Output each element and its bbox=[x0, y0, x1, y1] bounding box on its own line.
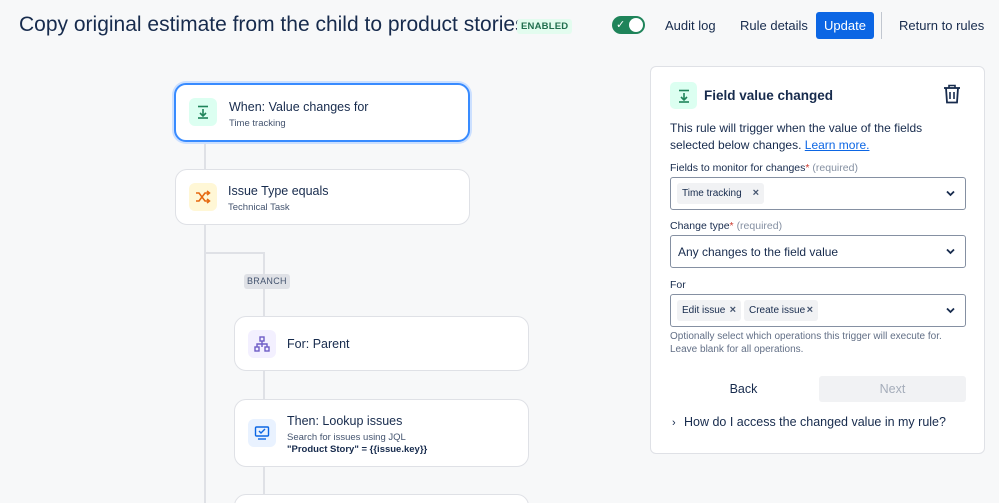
fields-label: Fields to monitor for changes* (required… bbox=[670, 162, 858, 174]
branch-tag: BRANCH bbox=[244, 274, 290, 289]
update-button[interactable]: Update bbox=[816, 12, 874, 39]
rule-enabled-toggle[interactable]: ✓ bbox=[612, 16, 645, 34]
panel-description: This rule will trigger when the value of… bbox=[670, 120, 970, 153]
header-divider bbox=[881, 12, 882, 39]
return-to-rules-link[interactable]: Return to rules bbox=[899, 18, 984, 33]
change-type-value: Any changes to the field value bbox=[678, 245, 839, 259]
required-asterisk: * bbox=[805, 162, 810, 174]
for-select[interactable]: Edit issue × Create issue × bbox=[670, 294, 966, 327]
toggle-knob bbox=[629, 18, 643, 32]
fields-label-text: Fields to monitor for changes bbox=[670, 162, 806, 174]
fields-select[interactable]: Time tracking × bbox=[670, 177, 966, 210]
field-change-icon bbox=[670, 82, 697, 109]
field-tag: Time tracking × bbox=[677, 183, 764, 204]
node-subtitle: Time tracking bbox=[229, 118, 286, 129]
node-title: Issue Type equals bbox=[228, 184, 329, 198]
panel-title: Field value changed bbox=[704, 88, 834, 103]
node-title: For: Parent bbox=[287, 337, 350, 351]
node-subtitle-jql: "Product Story" = {{issue.key}} bbox=[287, 444, 427, 456]
trash-icon[interactable] bbox=[943, 84, 961, 104]
tag-label: Create issue bbox=[749, 305, 806, 316]
required-text: (required) bbox=[812, 162, 858, 174]
remove-tag-icon[interactable]: × bbox=[730, 300, 736, 321]
rule-details-link[interactable]: Rule details bbox=[740, 18, 808, 33]
branch-connector bbox=[204, 252, 265, 254]
for-label: For bbox=[670, 279, 686, 291]
next-button[interactable]: Next bbox=[819, 376, 966, 402]
tag-label: Edit issue bbox=[682, 305, 726, 316]
operation-tag: Edit issue × bbox=[677, 300, 741, 321]
condition-node[interactable]: Issue Type equals Technical Task bbox=[175, 169, 470, 225]
branch-line bbox=[263, 371, 265, 399]
description-text: This rule will trigger when the value of… bbox=[670, 121, 923, 152]
jql-value: = {{issue.key}} bbox=[358, 444, 428, 455]
branch-line bbox=[263, 467, 265, 497]
check-icon: ✓ bbox=[616, 19, 626, 31]
node-title: Then: Lookup issues bbox=[287, 414, 403, 428]
required-text: (required) bbox=[736, 220, 783, 232]
remove-tag-icon[interactable]: × bbox=[807, 300, 813, 321]
change-type-label: Change type* (required) bbox=[670, 220, 782, 232]
connector-line bbox=[204, 142, 206, 169]
remove-tag-icon[interactable]: × bbox=[753, 183, 759, 204]
chevron-right-icon: › bbox=[672, 417, 676, 429]
page-header: Copy original estimate from the child to… bbox=[0, 0, 999, 52]
changed-value-help-expander[interactable]: › How do I access the changed value in my… bbox=[672, 415, 946, 429]
node-title: When: Value changes for bbox=[229, 100, 369, 114]
operation-tag: Create issue × bbox=[744, 300, 818, 321]
lookup-icon bbox=[248, 419, 276, 447]
for-helper-text: Optionally select which operations this … bbox=[670, 331, 942, 355]
required-asterisk: * bbox=[729, 220, 734, 232]
next-node[interactable] bbox=[234, 494, 529, 503]
audit-log-link[interactable]: Audit log bbox=[665, 18, 716, 33]
connector-line bbox=[204, 225, 206, 503]
expander-label: How do I access the changed value in my … bbox=[684, 415, 946, 429]
back-button[interactable]: Back bbox=[670, 376, 817, 402]
change-type-select[interactable]: Any changes to the field value bbox=[670, 235, 966, 268]
change-type-label-text: Change type bbox=[670, 220, 730, 232]
chevron-down-icon[interactable] bbox=[946, 190, 955, 197]
trigger-config-panel: Field value changed This rule will trigg… bbox=[650, 66, 985, 454]
trigger-node[interactable]: When: Value changes for Time tracking bbox=[174, 83, 470, 142]
page-title: Copy original estimate from the child to… bbox=[19, 13, 526, 36]
node-subtitle: Technical Task bbox=[228, 202, 290, 213]
branch-node[interactable]: For: Parent bbox=[234, 316, 529, 371]
chevron-down-icon[interactable] bbox=[946, 248, 955, 255]
jql-field: "Product Story" bbox=[287, 444, 359, 455]
chevron-down-icon[interactable] bbox=[946, 307, 955, 314]
hierarchy-icon bbox=[248, 330, 276, 358]
shuffle-icon bbox=[189, 183, 217, 211]
field-change-icon bbox=[189, 98, 217, 126]
node-subtitle: Search for issues using JQL bbox=[287, 432, 406, 443]
learn-more-link[interactable]: Learn more. bbox=[805, 138, 870, 152]
status-badge: ENABLED bbox=[517, 19, 573, 34]
tag-label: Time tracking bbox=[682, 188, 742, 199]
action-node[interactable]: Then: Lookup issues Search for issues us… bbox=[234, 399, 529, 467]
